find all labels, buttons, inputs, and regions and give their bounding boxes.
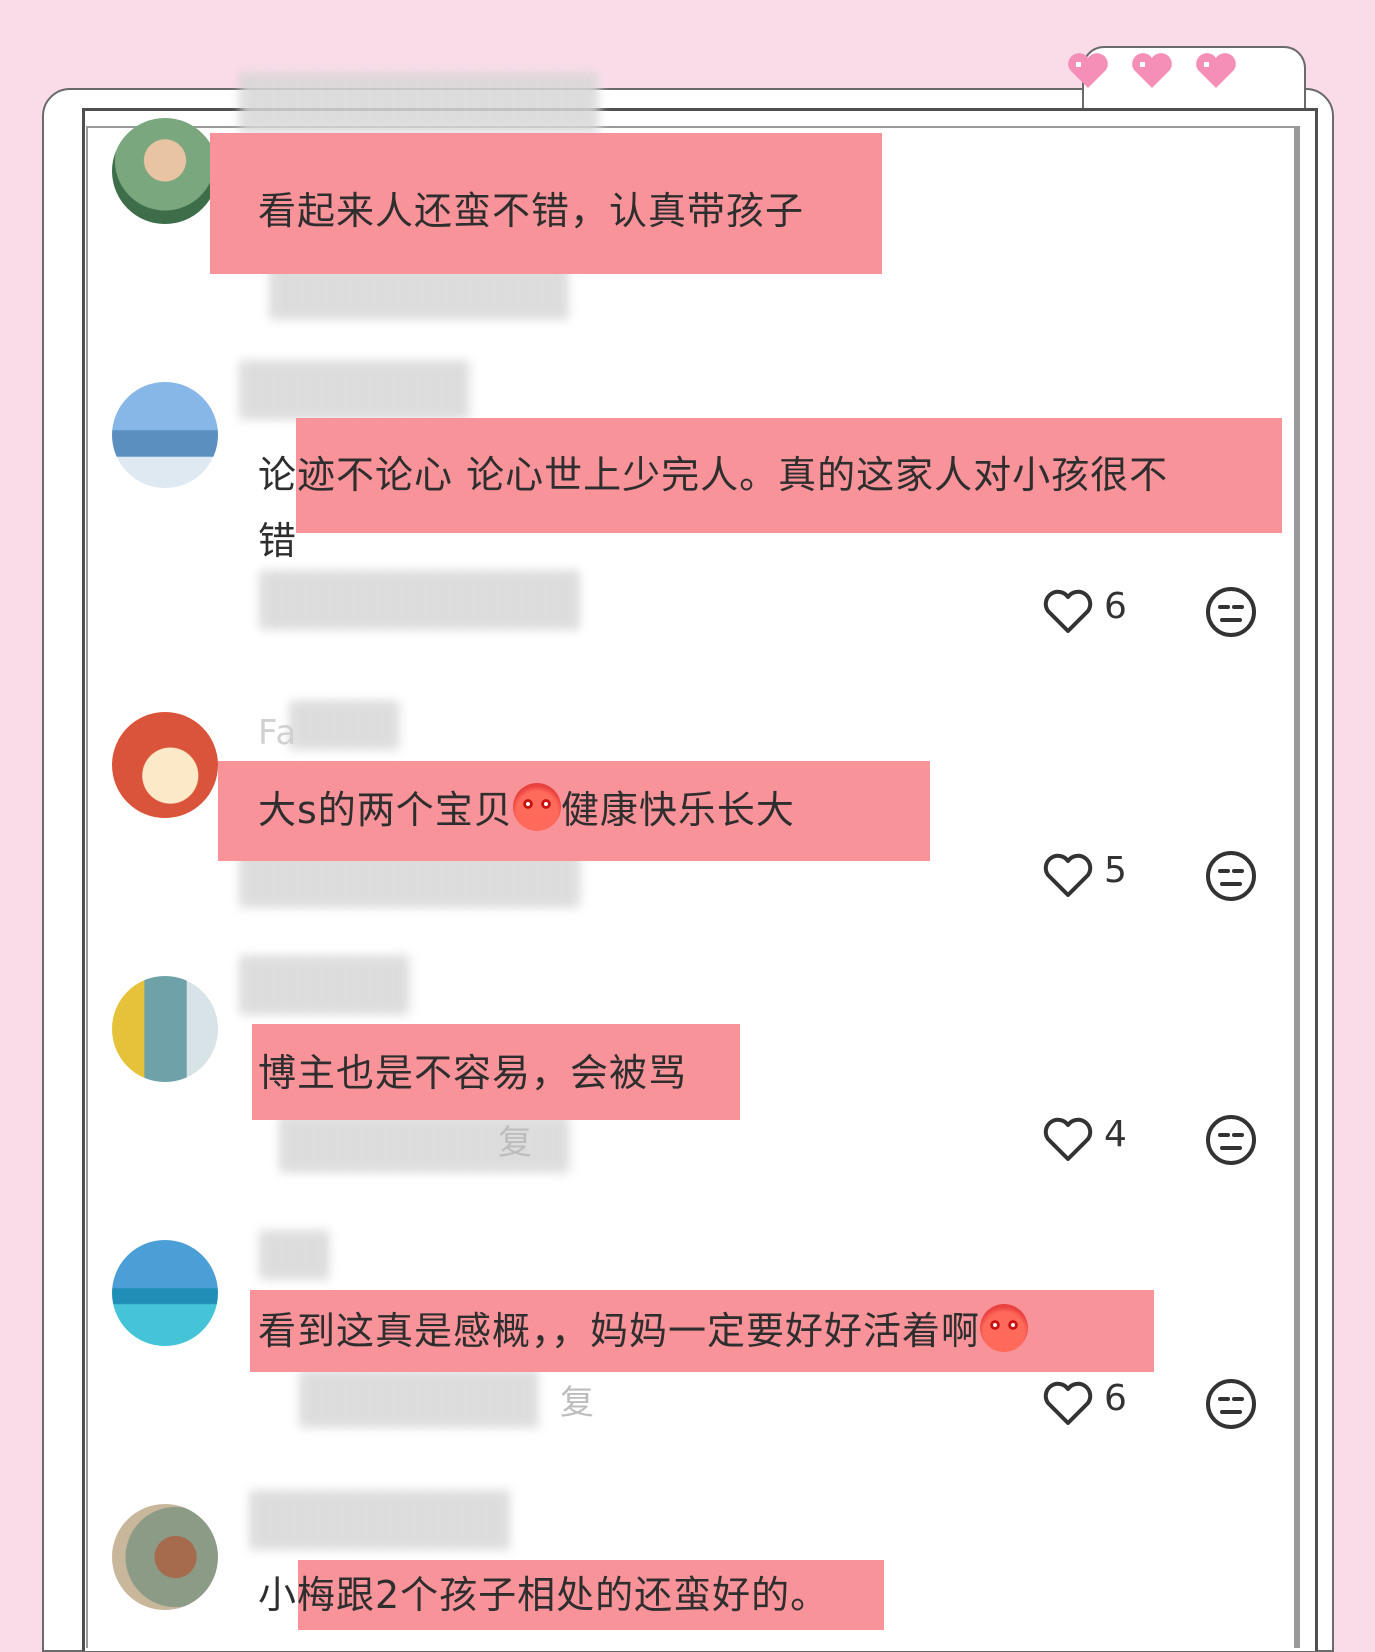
heart-icon [1196,53,1236,88]
like-count: 6 [1104,1378,1127,1419]
heart-icon [1068,53,1108,88]
avatar[interactable] [112,712,218,818]
avatar[interactable] [112,382,218,488]
like-heart-icon[interactable] [1042,1115,1094,1165]
like-count: 4 [1104,1114,1127,1155]
dislike-face-icon[interactable] [1204,849,1258,903]
dislike-face-icon[interactable] [1204,1377,1258,1431]
blurred-meta [260,570,580,630]
like-count: 6 [1104,586,1127,627]
dislike-face-icon[interactable] [1204,585,1258,639]
comment-text: 看到这真是感概，，妈妈一定要好好活着啊 [258,1298,1029,1364]
avatar[interactable] [112,1504,218,1610]
heart-icon [1132,53,1172,88]
avatar[interactable] [112,118,218,224]
comment-text: 大s的两个宝贝 健康快乐长大 [258,777,795,843]
blurred-username [290,700,400,750]
blurred-username [240,72,600,134]
comment-text: 小梅跟2个孩子相处的还蛮好的。 [258,1573,830,1617]
reply-fragment: 复 [498,1123,533,1163]
comment-text: 看起来人还蛮不错，认真带孩子 [258,189,805,233]
emoji-icon [512,783,561,831]
blurred-meta [300,1370,540,1428]
blurred-username [240,955,410,1015]
avatar[interactable] [112,976,218,1082]
comment-text-line2: 错 [258,519,298,563]
blurred-username [250,1490,510,1550]
dislike-face-icon[interactable] [1204,1113,1258,1167]
username-fragment: Fa [258,713,298,753]
comment-text-line1: 论迹不论心 论心世上少完人。真的这家人对小孩很不 [258,453,1169,497]
like-heart-icon[interactable] [1042,587,1094,637]
blurred-username [240,360,470,420]
blurred-username [260,1230,330,1280]
like-heart-icon[interactable] [1042,851,1094,901]
avatar[interactable] [112,1240,218,1346]
comment-text: 博主也是不容易，会被骂 [258,1051,688,1095]
emoji-icon [980,1304,1029,1352]
like-heart-icon[interactable] [1042,1379,1094,1429]
reply-fragment: 复 [560,1383,595,1423]
like-count: 5 [1104,850,1127,891]
